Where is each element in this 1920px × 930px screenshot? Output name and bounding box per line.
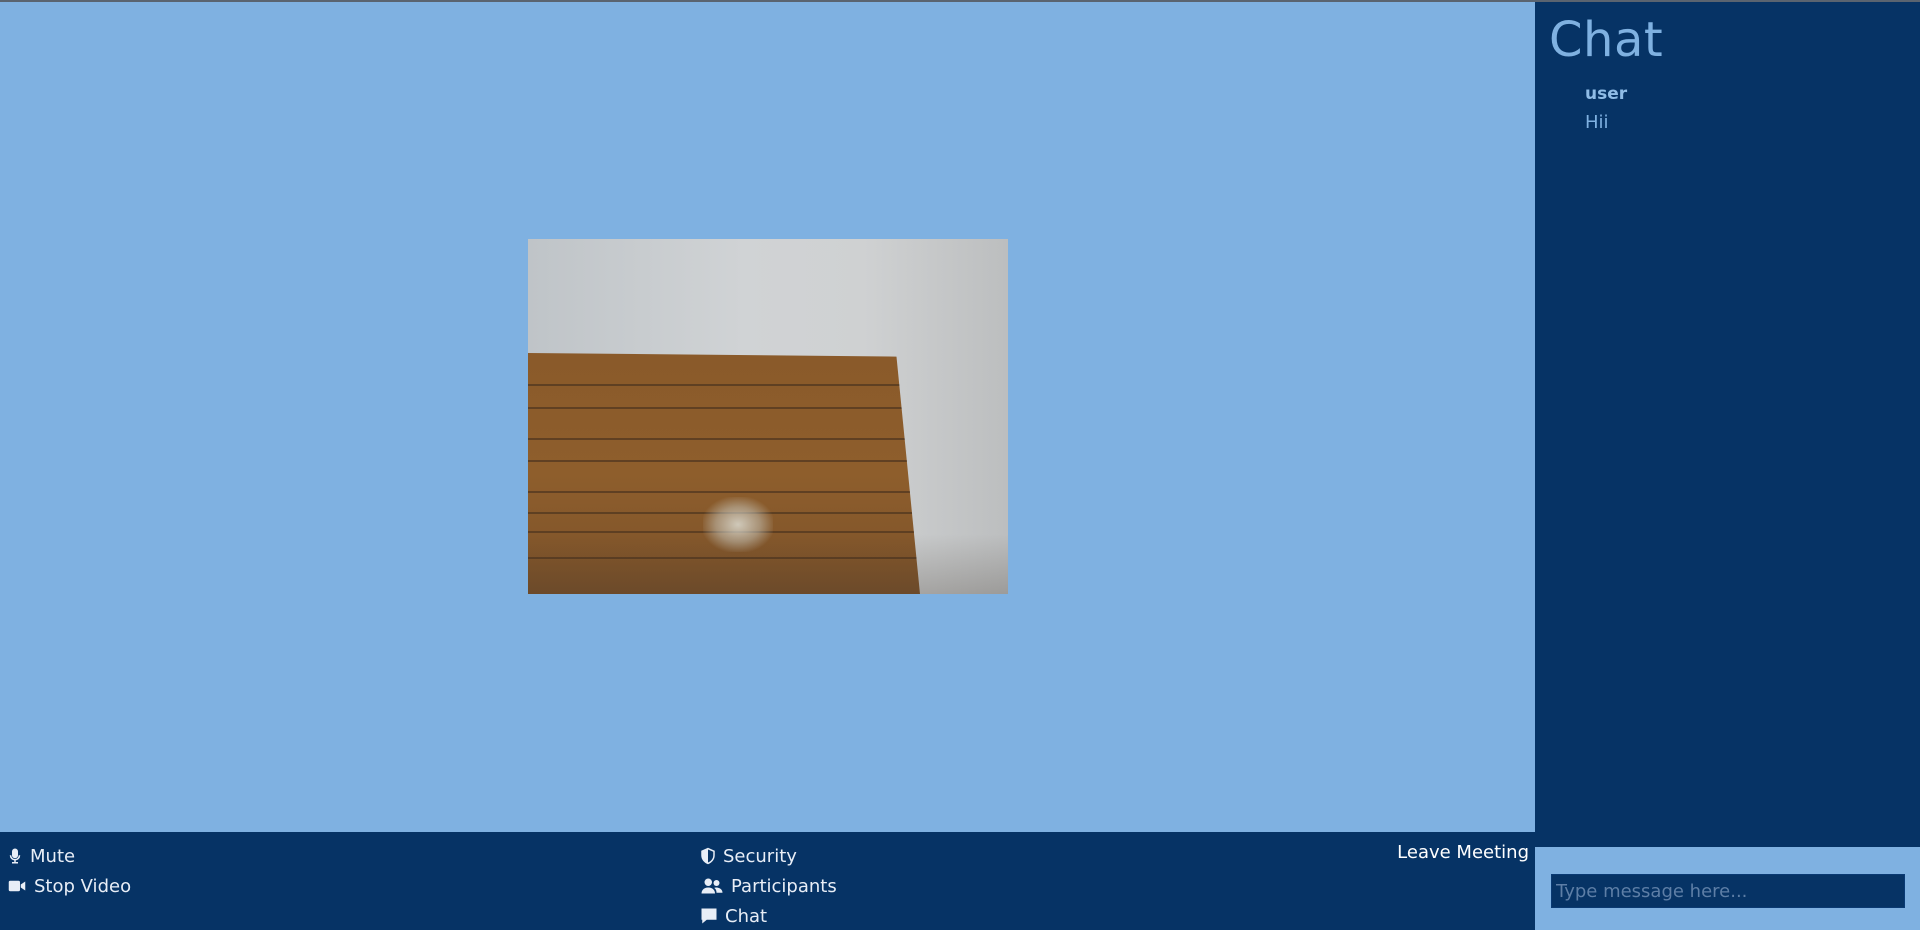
chat-message-input[interactable] [1551,874,1905,908]
meeting-toolbar: Mute Stop Video Security Participants Ch… [0,832,1535,930]
security-label: Security [723,845,797,867]
chat-bubble-icon [701,908,717,924]
participants-button[interactable]: Participants [699,873,837,899]
chat-message-author: user [1585,84,1628,104]
chat-message-text: Hii [1585,112,1609,133]
stop-video-label: Stop Video [34,875,132,897]
chat-input-area [1535,847,1920,930]
mute-button[interactable]: Mute [6,843,75,869]
shield-icon [701,847,715,865]
leave-meeting-button[interactable]: Leave Meeting [1397,842,1529,863]
users-icon [701,878,723,894]
video-camera-icon [8,880,26,892]
video-shadow [528,534,1008,594]
stop-video-button[interactable]: Stop Video [6,873,131,899]
chat-title: Chat [1549,12,1664,68]
video-stage [0,2,1535,832]
chat-button[interactable]: Chat [699,903,767,929]
self-video-feed [528,239,1008,594]
participants-label: Participants [731,875,837,897]
security-button[interactable]: Security [699,843,797,869]
mute-label: Mute [30,845,76,867]
chat-panel: Chat user Hii [1535,2,1920,930]
chat-button-label: Chat [725,905,768,927]
chat-message: user Hii [1585,84,1627,133]
meeting-app: Mute Stop Video Security Participants Ch… [0,2,1920,930]
microphone-icon [9,848,21,864]
